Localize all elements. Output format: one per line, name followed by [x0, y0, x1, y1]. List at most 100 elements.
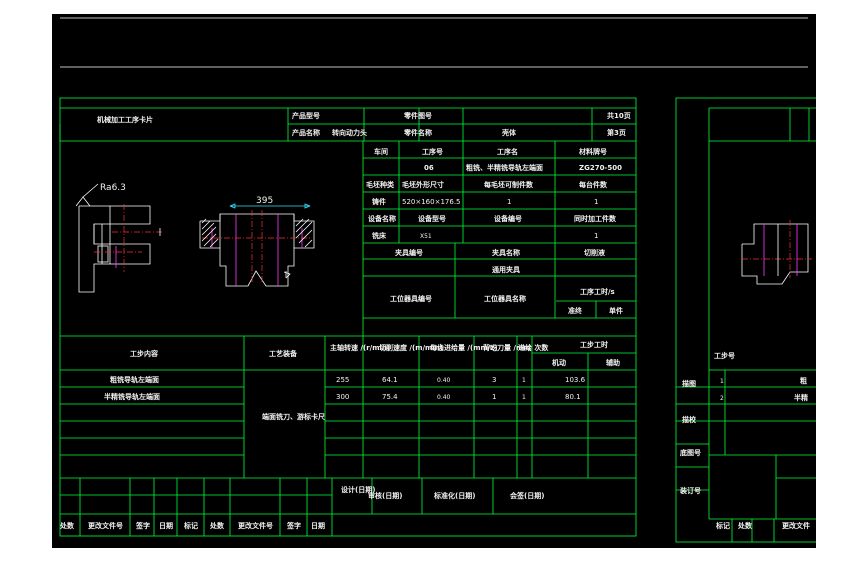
svg-text:80.1: 80.1	[565, 393, 581, 401]
svg-text:300: 300	[336, 393, 349, 401]
col-equipment: 工艺装备	[269, 349, 298, 358]
svg-text:3: 3	[492, 376, 496, 384]
svg-text:75.4: 75.4	[382, 393, 398, 401]
svg-text:处数: 处数	[59, 521, 75, 530]
total-pages: 共10页	[607, 111, 631, 120]
svg-text:日期: 日期	[311, 521, 325, 530]
col-step-content: 工步内容	[130, 349, 158, 358]
step-row-2: 半精铣导轨左端面 300 75.4 0.40 1 1 80.1	[104, 392, 581, 401]
op-time-unit-label: 单件	[609, 306, 623, 315]
svg-text:更改文件: 更改文件	[782, 521, 810, 530]
col-time-aux: 辅助	[606, 358, 620, 367]
right-sheet: 工步号 描图 描校 底图号 装订号 1 2 粗 半精 标记 处数 更改文件	[675, 97, 816, 543]
material-label: 材料牌号	[578, 147, 607, 156]
cad-viewport[interactable]: 机械加工工序卡片 产品型号 产品名称 转向动力头 零件图号 零件名称 壳体 共1…	[52, 14, 816, 548]
right-base-no-label: 底图号	[680, 448, 701, 457]
pieces-per-blank-label: 每毛坯可制件数	[484, 180, 534, 189]
equipment-text: 端面铣刀、游标卡尺	[262, 412, 325, 421]
card-title: 机械加工工序卡片	[97, 115, 153, 124]
workshop-label: 车间	[374, 147, 388, 156]
right-check-label: 描校	[682, 415, 697, 424]
equip-model-value: X51	[420, 233, 432, 240]
svg-text:更改文件号: 更改文件号	[238, 521, 273, 530]
part-name-value: 壳体	[501, 128, 517, 137]
right-step-label: 工步号	[714, 351, 735, 360]
op-name-label: 工序名	[497, 147, 518, 156]
material-value: ZG270-500	[579, 164, 622, 172]
svg-text:半精铣导轨左端面: 半精铣导轨左端面	[104, 392, 160, 401]
op-time-label: 工序工时/s	[580, 287, 615, 296]
sheet-frame	[59, 97, 637, 537]
svg-text:签字: 签字	[135, 521, 150, 530]
svg-text:2: 2	[720, 395, 724, 402]
product-name-label: 产品名称	[292, 128, 320, 137]
equip-name-value: 铣床	[371, 231, 387, 240]
roughness-label: Ra6.3	[100, 183, 126, 193]
svg-text:103.6: 103.6	[565, 376, 586, 384]
equip-model-label: 设备型号	[418, 214, 446, 223]
svg-text:粗铣导轨左端面: 粗铣导轨左端面	[110, 375, 159, 384]
hatch-right	[295, 218, 313, 248]
station-tool-name-label: 工位器具名称	[484, 294, 526, 303]
svg-text:日期: 日期	[159, 521, 173, 530]
fixture-no-label: 夹具编号	[395, 248, 423, 257]
svg-text:1: 1	[492, 393, 496, 401]
svg-text:处数: 处数	[737, 521, 753, 530]
simul-pieces-value: 1	[594, 232, 598, 240]
svg-text:255: 255	[336, 376, 349, 384]
svg-text:更改文件号: 更改文件号	[88, 521, 123, 530]
side-view-outline	[78, 205, 151, 293]
part-no-label: 零件图号	[403, 111, 432, 120]
page-no: 第3页	[607, 128, 626, 137]
blank-type-label: 毛坯种类	[366, 180, 395, 189]
svg-text:1: 1	[720, 378, 724, 385]
blank-type-value: 铸件	[372, 197, 386, 206]
roughness-symbol	[75, 196, 91, 207]
blank-size-value: 520×160×176.5	[402, 198, 461, 206]
svg-text:0.40: 0.40	[437, 377, 451, 384]
op-time-prep-label: 准终	[568, 306, 583, 315]
fixture-name-label: 夹具名称	[492, 248, 520, 257]
standard-date-label: 标准化(日期)	[433, 491, 475, 500]
right-binding-no-label: 装订号	[679, 486, 701, 495]
left-sheet: 机械加工工序卡片 产品型号 产品名称 转向动力头 零件图号 零件名称 壳体 共1…	[59, 97, 637, 537]
fixture-name-value: 通用夹具	[492, 265, 520, 274]
review-date-label: 审核(日期)	[368, 491, 402, 500]
part-name-label: 零件名称	[403, 128, 432, 137]
col-passes: 进给 次数	[518, 343, 549, 352]
product-model-label: 产品型号	[292, 111, 320, 120]
svg-text:标记: 标记	[183, 521, 198, 530]
svg-text:标记: 标记	[715, 521, 730, 530]
right-trace-label: 描图	[682, 379, 696, 388]
equip-name-label: 设备名称	[368, 214, 396, 223]
svg-text:1: 1	[522, 394, 526, 401]
pieces-per-unit-value: 1	[594, 198, 598, 206]
svg-text:处数: 处数	[209, 521, 225, 530]
op-no-label: 工序号	[422, 147, 443, 156]
part-sketch: Ra6.3 395	[75, 183, 315, 293]
coolant-label: 切削液	[584, 248, 606, 257]
svg-text:0.40: 0.40	[437, 394, 451, 401]
svg-text:粗: 粗	[800, 376, 807, 385]
dimension-label: 395	[256, 196, 273, 206]
simul-pieces-label: 同时加工件数	[574, 214, 617, 223]
svg-text:1: 1	[522, 377, 526, 384]
right-sketch-outline	[741, 223, 809, 285]
col-step-time: 工步工时	[580, 340, 608, 349]
col-time-machine: 机动	[552, 358, 566, 367]
op-name-value: 粗铣、半精铣导轨左端面	[466, 163, 543, 172]
right-sheet-frame	[675, 97, 816, 543]
equip-no-label: 设备编号	[494, 214, 522, 223]
svg-text:半精: 半精	[794, 393, 808, 402]
process-card-drawing: 机械加工工序卡片 产品型号 产品名称 转向动力头 零件图号 零件名称 壳体 共1…	[59, 17, 816, 543]
step-row-1: 粗铣导轨左端面 255 64.1 0.40 3 1 103.6	[110, 375, 586, 384]
svg-text:64.1: 64.1	[382, 376, 398, 384]
hatch-left	[201, 218, 219, 248]
op-no-value: 06	[424, 164, 434, 172]
svg-text:签字: 签字	[286, 521, 301, 530]
product-name-value: 转向动力头	[332, 128, 367, 137]
countersign-date-label: 会签(日期)	[510, 491, 544, 500]
station-tool-no-label: 工位器具编号	[390, 294, 432, 303]
pieces-per-unit-label: 每台件数	[579, 180, 608, 189]
blank-size-label: 毛坯外形尺寸	[402, 180, 444, 189]
